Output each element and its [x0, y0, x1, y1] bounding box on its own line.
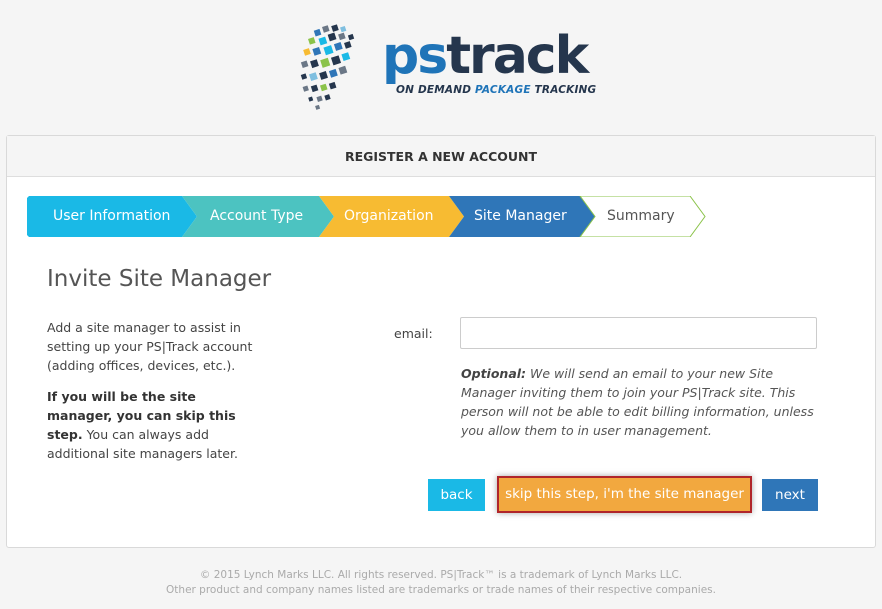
step-user-information[interactable]: User Information	[53, 196, 170, 237]
footer: © 2015 Lynch Marks LLC. All rights reser…	[0, 568, 882, 598]
footer-trademarks: Other product and company names listed a…	[166, 584, 716, 596]
logo-word-ps: ps	[382, 26, 448, 86]
footer-copyright: © 2015 Lynch Marks LLC. All rights reser…	[199, 569, 683, 581]
section-title: Invite Site Manager	[47, 266, 272, 292]
register-panel: REGISTER A NEW ACCOUNT User Information …	[6, 135, 876, 548]
email-input[interactable]	[460, 317, 817, 349]
step-site-manager[interactable]: Site Manager	[474, 196, 567, 237]
logo-mosaic-icon	[300, 24, 355, 110]
logo-wordmark: pstrack	[382, 26, 589, 86]
tagline-part2: TRACKING	[530, 84, 597, 96]
next-button[interactable]: next	[762, 479, 818, 511]
panel-title: REGISTER A NEW ACCOUNT	[7, 136, 875, 177]
section-description: Add a site manager to assist in setting …	[47, 318, 262, 475]
hint-optional-label: Optional:	[461, 366, 527, 381]
description-paragraph-1: Add a site manager to assist in setting …	[47, 320, 253, 373]
tagline-highlight: PACKAGE	[475, 84, 531, 96]
email-label: email:	[394, 326, 433, 341]
step-account-type[interactable]: Account Type	[210, 196, 303, 237]
tagline-part1: ON DEMAND	[396, 84, 475, 96]
logo-tagline: ON DEMAND PACKAGE TRACKING	[396, 84, 596, 96]
wizard-steps: User Information Account Type Organizati…	[27, 196, 707, 237]
step-organization[interactable]: Organization	[344, 196, 434, 237]
skip-step-button[interactable]: skip this step, i'm the site manager	[497, 476, 752, 513]
logo-word-track: track	[446, 26, 589, 86]
description-paragraph-2: If you will be the site manager, you can…	[47, 387, 262, 463]
email-hint: Optional: We will send an email to your …	[461, 364, 823, 440]
back-button[interactable]: back	[428, 479, 485, 511]
pstrack-logo: pstrack ON DEMAND PACKAGE TRACKING	[290, 22, 596, 112]
step-summary[interactable]: Summary	[607, 196, 675, 237]
